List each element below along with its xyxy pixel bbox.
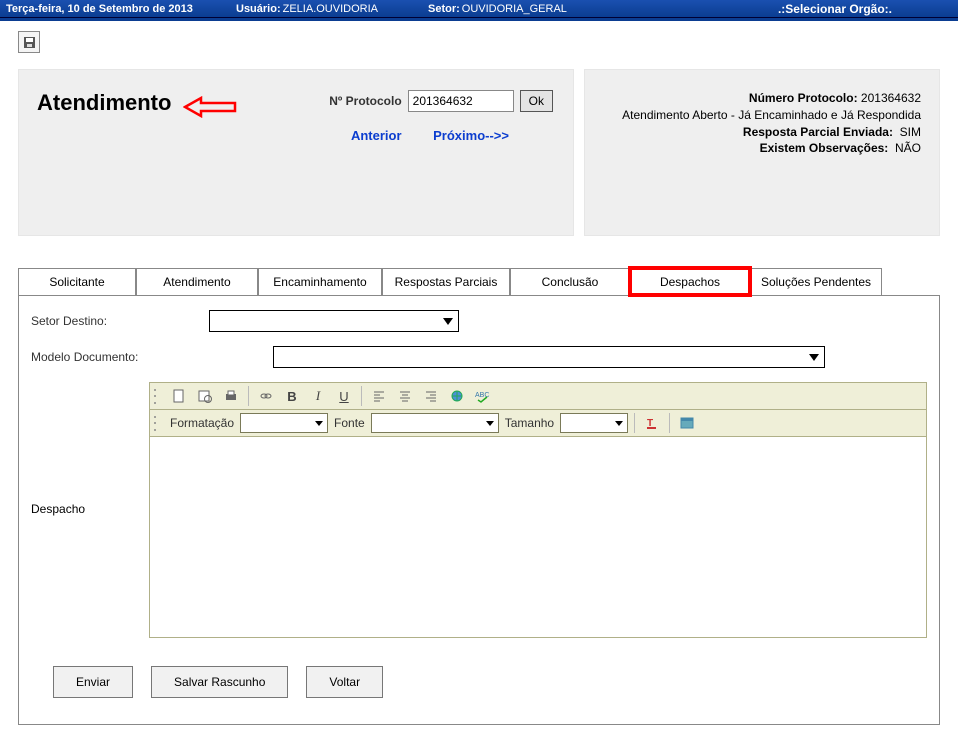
tab-respostas-parciais[interactable]: Respostas Parciais xyxy=(382,268,510,295)
sector-value: OUVIDORIA_GERAL xyxy=(462,3,567,15)
print-icon[interactable] xyxy=(220,385,242,407)
svg-text:ABC: ABC xyxy=(475,392,489,399)
separator xyxy=(634,413,635,433)
format-label: Formatação xyxy=(170,416,234,430)
top-bar: Terça-feira, 10 de Setembro de 2013 Usuá… xyxy=(0,0,958,18)
italic-icon[interactable]: I xyxy=(307,385,329,407)
page-title: Atendimento xyxy=(37,90,171,116)
tab-solucoes-pendentes[interactable]: Soluções Pendentes xyxy=(750,268,882,295)
info-partial-value: SIM xyxy=(900,125,921,139)
tab-encaminhamento[interactable]: Encaminhamento xyxy=(258,268,382,295)
info-status: Atendimento Aberto - Já Encaminhado e Já… xyxy=(603,107,921,124)
source-icon[interactable] xyxy=(676,412,698,434)
org-selector[interactable]: .:Selecionar Orgão:. xyxy=(778,2,892,16)
info-obs-label: Existem Observações: xyxy=(760,141,889,155)
tab-content: Setor Destino: Modelo Documento: Despach… xyxy=(18,296,940,725)
separator xyxy=(669,413,670,433)
date-text: Terça-feira, 10 de Setembro de 2013 xyxy=(6,3,236,15)
info-partial-label: Resposta Parcial Enviada: xyxy=(743,125,893,139)
user-label: Usuário: xyxy=(236,3,281,15)
toolbar-grip-icon xyxy=(154,386,162,406)
link-icon[interactable] xyxy=(255,385,277,407)
setor-destino-select[interactable] xyxy=(209,310,459,332)
editor-textarea[interactable] xyxy=(150,437,926,637)
preview-icon[interactable] xyxy=(194,385,216,407)
enviar-button[interactable]: Enviar xyxy=(53,666,133,698)
separator xyxy=(361,386,362,406)
size-label: Tamanho xyxy=(505,416,554,430)
underline-icon[interactable]: U xyxy=(333,385,355,407)
modelo-doc-select[interactable] xyxy=(273,346,825,368)
spellcheck-icon[interactable]: ABC xyxy=(472,385,494,407)
align-center-icon[interactable] xyxy=(394,385,416,407)
save-icon[interactable] xyxy=(18,31,40,53)
rich-text-editor: B I U ABC Formatação Fonte Tamanho xyxy=(149,382,927,638)
globe-icon[interactable] xyxy=(446,385,468,407)
font-select[interactable] xyxy=(371,413,499,433)
editor-toolbar-1: B I U ABC xyxy=(150,383,926,410)
size-select[interactable] xyxy=(560,413,628,433)
new-doc-icon[interactable] xyxy=(168,385,190,407)
tab-despachos[interactable]: Despachos xyxy=(630,268,750,295)
tab-atendimento[interactable]: Atendimento xyxy=(136,268,258,295)
ok-button[interactable]: Ok xyxy=(520,90,553,112)
modelo-doc-label: Modelo Documento: xyxy=(31,350,273,364)
align-left-icon[interactable] xyxy=(368,385,390,407)
prev-link[interactable]: Anterior xyxy=(351,128,402,143)
protocol-label: Nº Protocolo xyxy=(329,94,401,108)
tab-bar: Solicitante Atendimento Encaminhamento R… xyxy=(18,268,940,296)
format-select[interactable] xyxy=(240,413,328,433)
tab-solicitante[interactable]: Solicitante xyxy=(18,268,136,295)
info-obs-value: NÃO xyxy=(895,141,921,155)
voltar-button[interactable]: Voltar xyxy=(306,666,383,698)
align-right-icon[interactable] xyxy=(420,385,442,407)
text-color-icon[interactable]: T xyxy=(641,412,663,434)
header-right-panel: Número Protocolo: 201364632 Atendimento … xyxy=(584,69,940,236)
despacho-label: Despacho xyxy=(31,382,149,516)
protocol-input[interactable] xyxy=(408,90,514,112)
arrow-left-annotation-icon xyxy=(183,96,239,118)
info-protocol-label: Número Protocolo: xyxy=(749,91,858,105)
editor-toolbar-2: Formatação Fonte Tamanho T xyxy=(150,410,926,437)
separator xyxy=(248,386,249,406)
user-value: ZELIA.OUVIDORIA xyxy=(283,3,378,15)
font-label: Fonte xyxy=(334,416,365,430)
toolbar-grip-icon xyxy=(154,413,162,433)
header-left-panel: Atendimento Nº Protocolo Ok Anterior Pró… xyxy=(18,69,574,236)
setor-destino-label: Setor Destino: xyxy=(31,314,209,328)
tab-conclusao[interactable]: Conclusão xyxy=(510,268,630,295)
sector-label: Setor: xyxy=(428,3,460,15)
salvar-rascunho-button[interactable]: Salvar Rascunho xyxy=(151,666,288,698)
bold-icon[interactable]: B xyxy=(281,385,303,407)
next-link[interactable]: Próximo-->> xyxy=(433,128,509,143)
info-protocol-value: 201364632 xyxy=(861,91,921,105)
